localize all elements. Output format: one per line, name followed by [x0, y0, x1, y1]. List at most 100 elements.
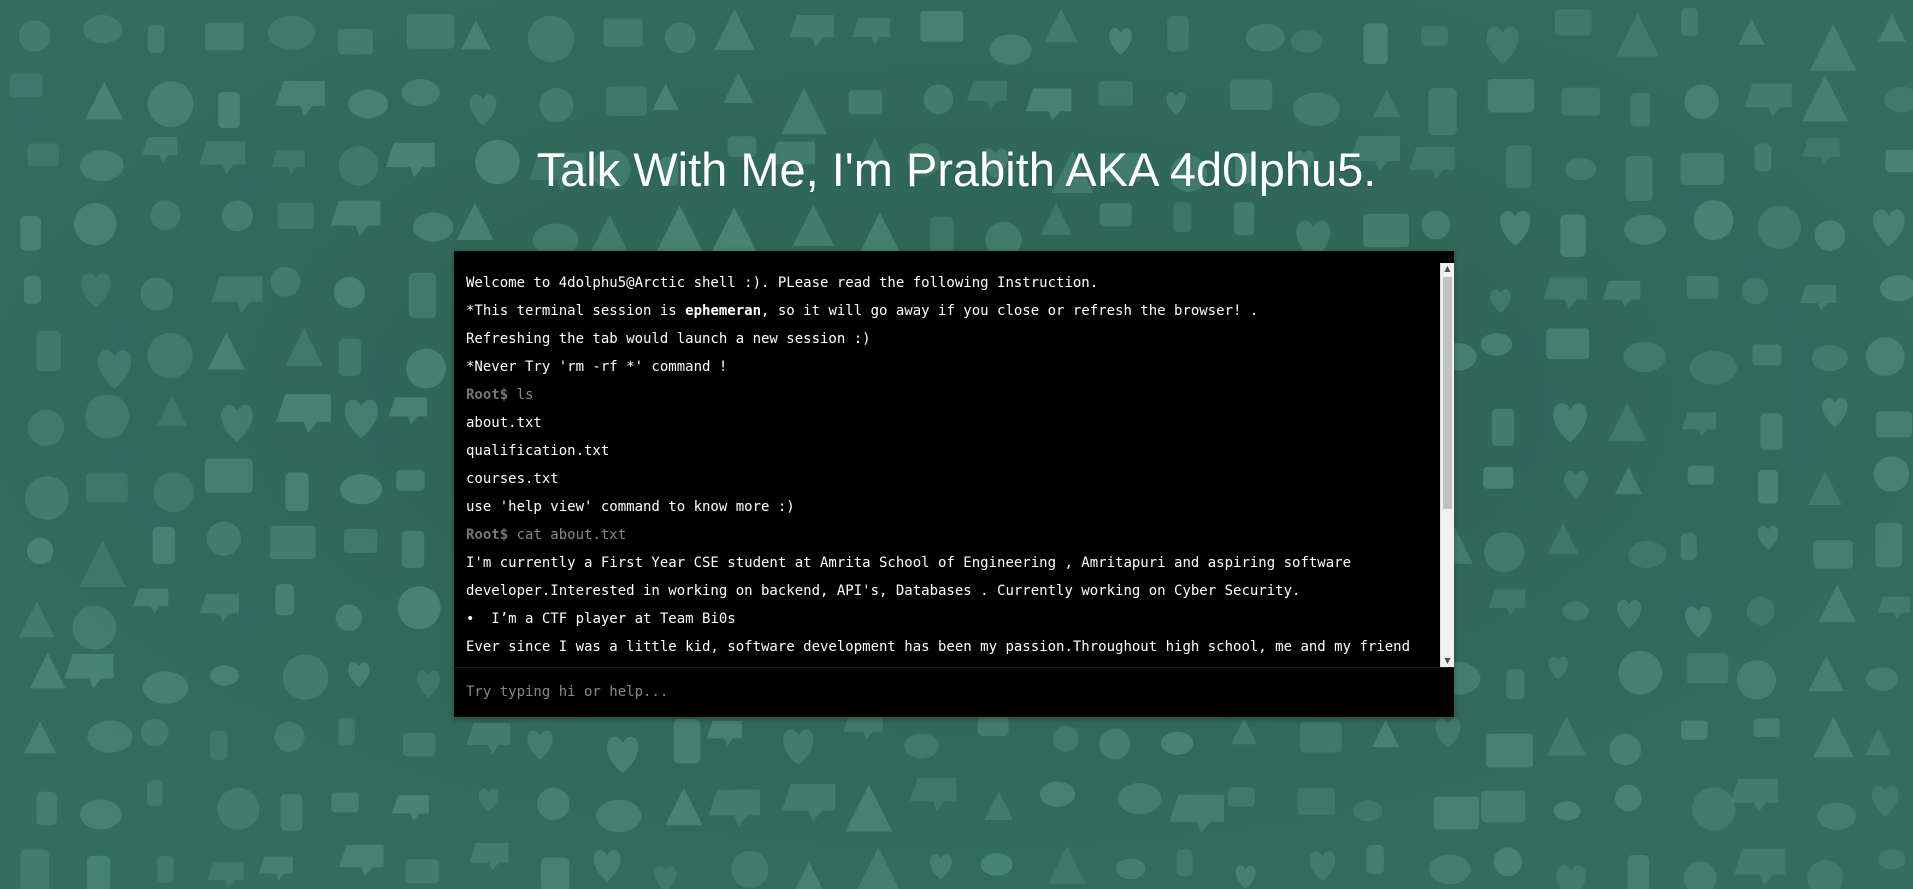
background-icon	[403, 733, 436, 757]
background-icon	[86, 472, 128, 503]
background-icon	[343, 529, 378, 554]
background-icon	[605, 86, 647, 116]
background-icon	[1687, 465, 1715, 485]
scroll-up-arrow-icon[interactable]: ▲	[1441, 263, 1454, 275]
background-icon	[348, 89, 389, 119]
background-icon	[920, 10, 964, 42]
background-icon	[1757, 469, 1779, 504]
background-icon	[204, 458, 253, 493]
background-icon	[218, 91, 240, 129]
background-icon	[83, 15, 123, 44]
background-icon	[1160, 731, 1194, 755]
background-icon	[1627, 855, 1650, 889]
background-icon	[1245, 23, 1285, 52]
background-icon	[406, 14, 455, 49]
background-icon	[401, 530, 425, 568]
background-icon	[1618, 650, 1663, 695]
background-icon	[1039, 781, 1076, 807]
terminal-line: use 'help view' command to know more :)	[466, 499, 795, 515]
background-icon	[1628, 541, 1667, 569]
background-icon	[1176, 849, 1193, 877]
background-icon	[1680, 533, 1697, 561]
terminal-prompt-line: Root$ ls	[466, 381, 1440, 409]
background-icon	[275, 584, 294, 616]
background-icon	[280, 794, 303, 831]
background-icon	[1876, 411, 1913, 438]
terminal-scrollbar[interactable]: ▲ ▼	[1440, 263, 1454, 667]
terminal-text: , so it will go away if you close or ref…	[761, 303, 1259, 319]
terminal-output[interactable]: Welcome to 4dolphu5@Arctic shell :). PLe…	[454, 261, 1440, 667]
terminal-line: developer.Interested in working on backe…	[466, 583, 1301, 599]
background-icon	[541, 857, 570, 889]
background-icon	[406, 348, 446, 389]
background-icon	[539, 87, 574, 122]
background-icon	[147, 25, 165, 53]
scroll-down-arrow-icon[interactable]: ▼	[1441, 655, 1454, 667]
background-icon	[1875, 522, 1902, 568]
background-icon	[1623, 214, 1666, 245]
background-icon	[152, 526, 175, 565]
terminal-line: qualification.txt	[466, 443, 610, 459]
background-icon	[1752, 344, 1782, 366]
background-icon	[72, 605, 117, 650]
background-icon	[1234, 202, 1255, 236]
background-icon	[1554, 9, 1592, 36]
background-icon	[1686, 275, 1719, 299]
background-icon	[1493, 847, 1523, 877]
background-icon	[401, 79, 440, 107]
background-icon	[1116, 858, 1146, 880]
background-icon	[1230, 79, 1273, 110]
scrollbar-thumb[interactable]	[1443, 277, 1452, 509]
background-icon	[337, 29, 373, 55]
background-icon	[1429, 854, 1471, 885]
background-icon	[1811, 345, 1849, 372]
background-icon	[87, 720, 133, 753]
terminal-line: about.txt	[466, 415, 542, 431]
background-icon	[1813, 540, 1853, 569]
background-icon	[267, 15, 316, 50]
background-icon	[205, 22, 244, 51]
background-icon	[977, 713, 1009, 736]
background-icon	[1757, 205, 1801, 250]
background-icon	[1865, 337, 1905, 377]
background-icon	[1753, 718, 1780, 738]
background-icon	[1614, 784, 1642, 812]
background-icon	[331, 792, 359, 813]
background-icon	[1483, 466, 1514, 489]
background-icon	[20, 849, 49, 889]
background-icon	[282, 654, 329, 700]
background-icon	[1877, 849, 1906, 870]
background-icon	[1363, 213, 1410, 248]
terminal-line: *This terminal session is ephemeran, so …	[466, 297, 1440, 325]
terminal-line: I'm currently a First Year CSE student a…	[466, 555, 1352, 571]
background-icon	[269, 525, 316, 560]
background-icon	[1693, 200, 1734, 241]
background-icon	[1433, 796, 1480, 830]
background-icon	[1117, 783, 1162, 815]
background-icon	[1630, 93, 1651, 127]
prompt-label: Root$	[466, 387, 509, 403]
background-icon	[980, 852, 1013, 876]
background-icon	[1098, 80, 1133, 106]
background-icon	[1561, 87, 1601, 116]
background-icon	[1865, 667, 1899, 691]
background-icon	[27, 409, 65, 446]
background-icon	[1300, 722, 1342, 753]
background-icon	[731, 850, 769, 888]
command-input[interactable]	[466, 680, 1436, 704]
background-icon	[23, 275, 41, 304]
background-icon	[285, 472, 309, 512]
background-icon	[142, 671, 189, 704]
background-icon	[74, 202, 117, 246]
background-icon	[1746, 596, 1775, 625]
background-icon	[339, 474, 383, 505]
background-icon	[26, 537, 54, 565]
terminal-bold-text: ephemeran	[685, 303, 762, 319]
background-icon	[147, 780, 163, 807]
background-icon	[333, 277, 365, 309]
background-icon	[1609, 733, 1642, 766]
background-icon	[1290, 29, 1323, 53]
background-icon	[1099, 728, 1131, 760]
background-icon	[153, 472, 194, 513]
background-icon	[596, 799, 642, 833]
